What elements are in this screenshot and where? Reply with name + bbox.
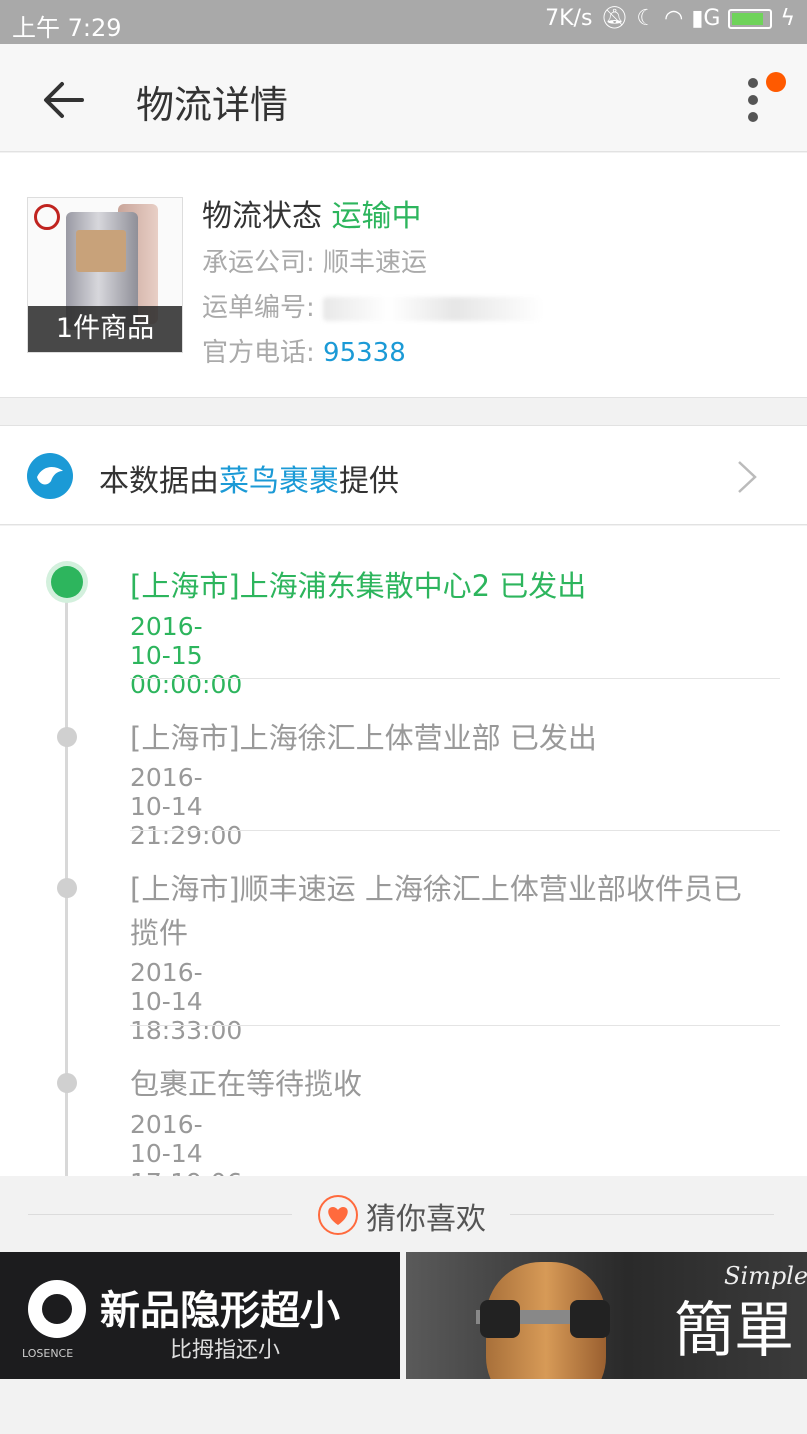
provider-suffix: 提供 (339, 464, 399, 499)
timeline-title: 包裹正在等待揽收 (130, 1067, 363, 1101)
skateboard-wheel (480, 1300, 520, 1338)
provider-text: 本数据由菜鸟裹裹提供 (99, 456, 399, 500)
timeline-time: 2016-10-14 18:33:00 (130, 958, 243, 1045)
page-title: 物流详情 (136, 83, 289, 127)
timeline-title: [上海市]上海徐汇上体营业部 已发出 (130, 721, 597, 755)
mute-icon: 🔕︎ (600, 6, 629, 31)
more-menu-icon[interactable] (742, 78, 766, 126)
battery-icon (728, 9, 773, 29)
timeline-time: 2016-10-14 21:29:00 (130, 763, 243, 850)
item-count: 1件商品 (28, 306, 182, 352)
losence-logo-icon (28, 1280, 86, 1338)
shipment-card: 1件商品 物流状态 运输中 承运公司: 顺丰速运 运单编号: 官方电话: 953… (0, 153, 807, 398)
status-bar: 上午 7:29 7K/s 🔕︎ ☾ ◠ ▮G ϟ (0, 0, 807, 44)
tracking-timeline: [上海市]上海浦东集散中心2 已发出 2016-10-15 00:00:00 [… (0, 526, 807, 1197)
skateboard-wheel (570, 1300, 610, 1338)
banner-brand: LOSENCE (22, 1347, 74, 1360)
heart-icon (318, 1195, 358, 1235)
recommend-header: 猜你喜欢 (0, 1176, 807, 1252)
phone-link[interactable]: 95338 (323, 338, 406, 368)
banner-headline: 簡單 (674, 1296, 794, 1366)
tracking-label: 运单编号: (202, 293, 315, 323)
provider-prefix: 本数据由 (99, 464, 219, 499)
back-arrow-icon[interactable] (42, 80, 86, 120)
status-row: 物流状态 运输中 (202, 193, 543, 241)
signal-type: G (703, 6, 721, 31)
tracking-row: 运单编号: (202, 286, 544, 331)
timeline-time: 2016-10-15 00:00:00 (130, 612, 243, 699)
timeline-divider (130, 1025, 780, 1026)
moon-icon: ☾ (636, 6, 657, 31)
phone-label: 官方电话: (202, 338, 315, 368)
product-banner-2[interactable]: Simple 簡單 (406, 1252, 807, 1379)
status-value: 运输中 (331, 199, 422, 234)
phone-row: 官方电话: 95338 (202, 331, 543, 376)
status-icons: 7K/s 🔕︎ ☾ ◠ ▮G ϟ (545, 8, 795, 30)
status-label: 物流状态 (202, 199, 322, 234)
network-speed: 7K/s (545, 6, 593, 31)
provider-name[interactable]: 菜鸟裹裹 (219, 464, 339, 499)
timeline-dot-active (51, 566, 83, 598)
notification-dot (766, 72, 786, 92)
divider-left (28, 1214, 292, 1215)
product-thumbnail[interactable]: 1件商品 (27, 197, 183, 353)
cainiao-bird-icon (27, 453, 73, 499)
page-bottom (0, 1379, 807, 1434)
signal-icon: ▮G (691, 6, 721, 31)
timeline-dot (57, 1073, 77, 1093)
charging-icon: ϟ (780, 6, 795, 31)
chevron-right-icon (738, 461, 757, 493)
banner-subline: 比拇指还小 (170, 1338, 281, 1363)
wifi-icon: ◠ (664, 6, 684, 31)
timeline-dot (57, 727, 77, 747)
app-header: 物流详情 (0, 44, 807, 152)
recommend-title: 猜你喜欢 (366, 1202, 486, 1237)
carrier-row: 承运公司: 顺丰速运 (202, 248, 428, 278)
banner-headline: 新品隐形超小 (100, 1288, 340, 1334)
data-provider-row[interactable]: 本数据由菜鸟裹裹提供 (0, 425, 807, 525)
battery-level (732, 13, 764, 25)
timeline-title: [上海市]顺丰速运 上海徐汇上体营业部收件员已揽件 (130, 872, 742, 950)
timeline-dot (57, 878, 77, 898)
status-time: 上午 7:29 (12, 14, 122, 42)
timeline-divider (130, 830, 780, 831)
product-banner-1[interactable]: LOSENCE 新品隐形超小 比拇指还小 (0, 1252, 400, 1379)
shipment-info: 物流状态 运输中 承运公司: 顺丰速运 运单编号: 官方电话: 95338 (202, 193, 544, 376)
tracking-number-redacted (323, 296, 544, 321)
shop-logo-icon (34, 204, 60, 230)
timeline-title: [上海市]上海浦东集散中心2 已发出 (130, 569, 587, 603)
divider-right (510, 1214, 774, 1215)
timeline-divider (130, 678, 780, 679)
